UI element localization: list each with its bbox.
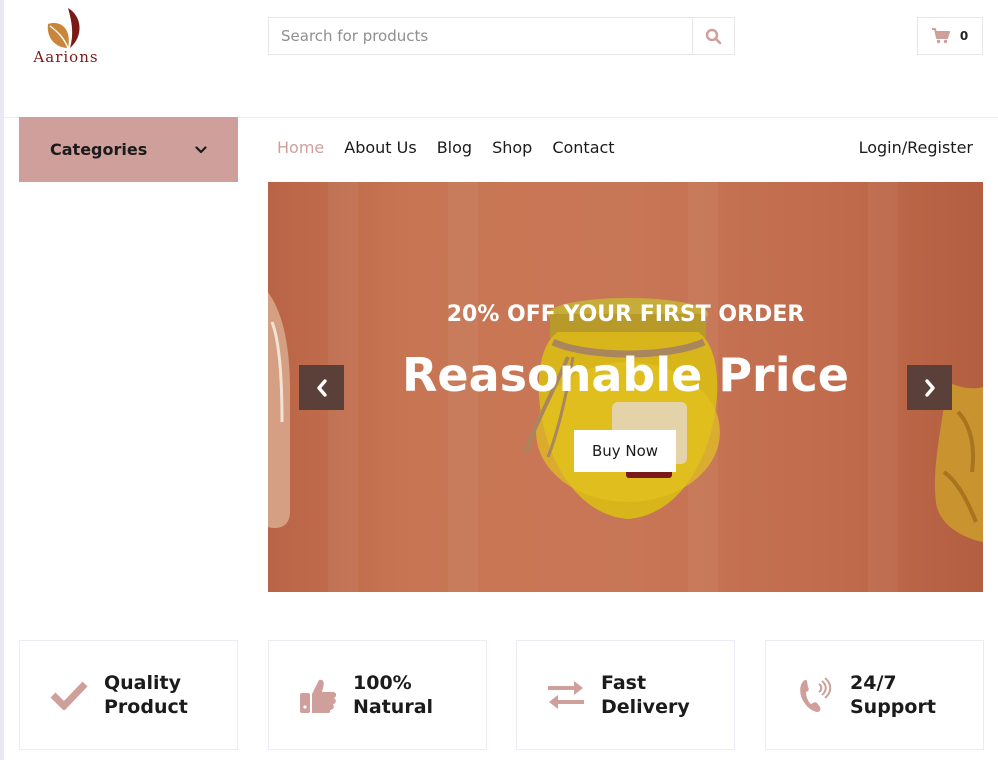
cart-count: 0 [959, 29, 969, 43]
categories-label: Categories [50, 140, 148, 159]
hero-slider: 20% OFF YOUR FIRST ORDER Reasonable Pric… [268, 182, 983, 592]
brand-name: Aarions [33, 48, 99, 66]
nav-shop[interactable]: Shop [492, 138, 532, 157]
nav-about-us[interactable]: About Us [344, 138, 416, 157]
page-left-border [0, 0, 4, 760]
feature-support: 24/7 Support [765, 640, 984, 750]
chevron-down-icon [195, 145, 207, 153]
check-icon [48, 674, 90, 716]
nav-contact[interactable]: Contact [552, 138, 614, 157]
phone-icon [794, 674, 836, 716]
categories-dropdown[interactable]: Categories [19, 117, 238, 182]
search-bar [268, 17, 735, 55]
search-button[interactable] [692, 18, 734, 54]
feature-label: 100% Natural [353, 672, 434, 718]
login-register-link[interactable]: Login/Register [859, 138, 973, 157]
feature-natural: 100% Natural [268, 640, 487, 750]
feature-quality-product: Quality Product [19, 640, 238, 750]
thumbs-up-icon [297, 674, 339, 716]
slider-next-button[interactable] [907, 365, 952, 410]
nav-blog[interactable]: Blog [437, 138, 472, 157]
main-nav: Home About Us Blog Shop Contact [277, 138, 615, 157]
cart-button[interactable]: 0 [917, 17, 983, 55]
search-input[interactable] [269, 18, 694, 54]
slider-prev-button[interactable] [299, 365, 344, 410]
feature-label: Quality Product [104, 672, 188, 718]
hero-title: Reasonable Price [402, 348, 849, 402]
feature-label: Fast Delivery [601, 672, 690, 718]
brand-logo[interactable]: Aarions [30, 6, 106, 68]
shopping-cart-icon [931, 28, 950, 44]
search-icon [705, 28, 722, 44]
buy-now-button[interactable]: Buy Now [574, 430, 676, 472]
leaf-logo-icon [47, 8, 80, 49]
exchange-icon [545, 674, 587, 716]
nav-home[interactable]: Home [277, 138, 324, 157]
hero-subtitle: 20% OFF YOUR FIRST ORDER [446, 302, 805, 327]
chevron-right-icon [924, 378, 935, 397]
feature-label: 24/7 Support [850, 672, 936, 718]
feature-fast-delivery: Fast Delivery [516, 640, 735, 750]
chevron-left-icon [316, 378, 327, 397]
